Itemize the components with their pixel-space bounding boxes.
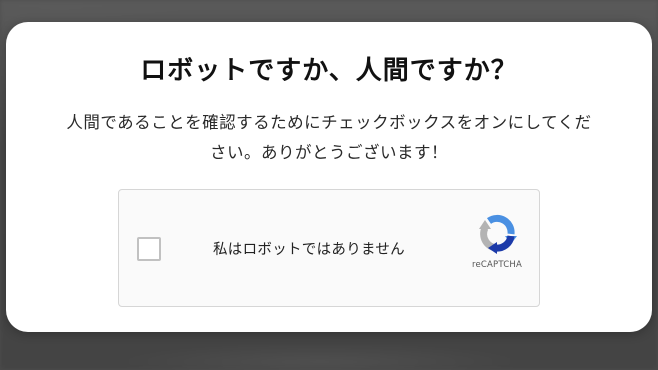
recaptcha-logo-text: reCAPTCHA — [471, 260, 523, 270]
recaptcha-logo-icon — [479, 214, 517, 254]
verification-dialog: ロボットですか、人間ですか？ 人間であることを確認するためにチェックボックスをオ… — [6, 22, 652, 332]
dialog-title: ロボットですか、人間ですか？ — [140, 56, 518, 86]
dialog-description: 人間であることを確認するためにチェックボックスをオンにしてくだ さい。ありがとう… — [28, 108, 630, 168]
description-line-2: さい。ありがとうございます！ — [210, 143, 448, 162]
recaptcha-widget: 私はロボットではありません reCAPTCHA — [118, 189, 540, 307]
recaptcha-checkbox[interactable] — [137, 237, 161, 261]
recaptcha-checkbox-label: 私はロボットではありません — [213, 242, 405, 258]
description-line-1: 人間であることを確認するためにチェックボックスをオンにしてくだ — [66, 113, 592, 132]
recaptcha-logo[interactable]: reCAPTCHA — [465, 214, 529, 280]
